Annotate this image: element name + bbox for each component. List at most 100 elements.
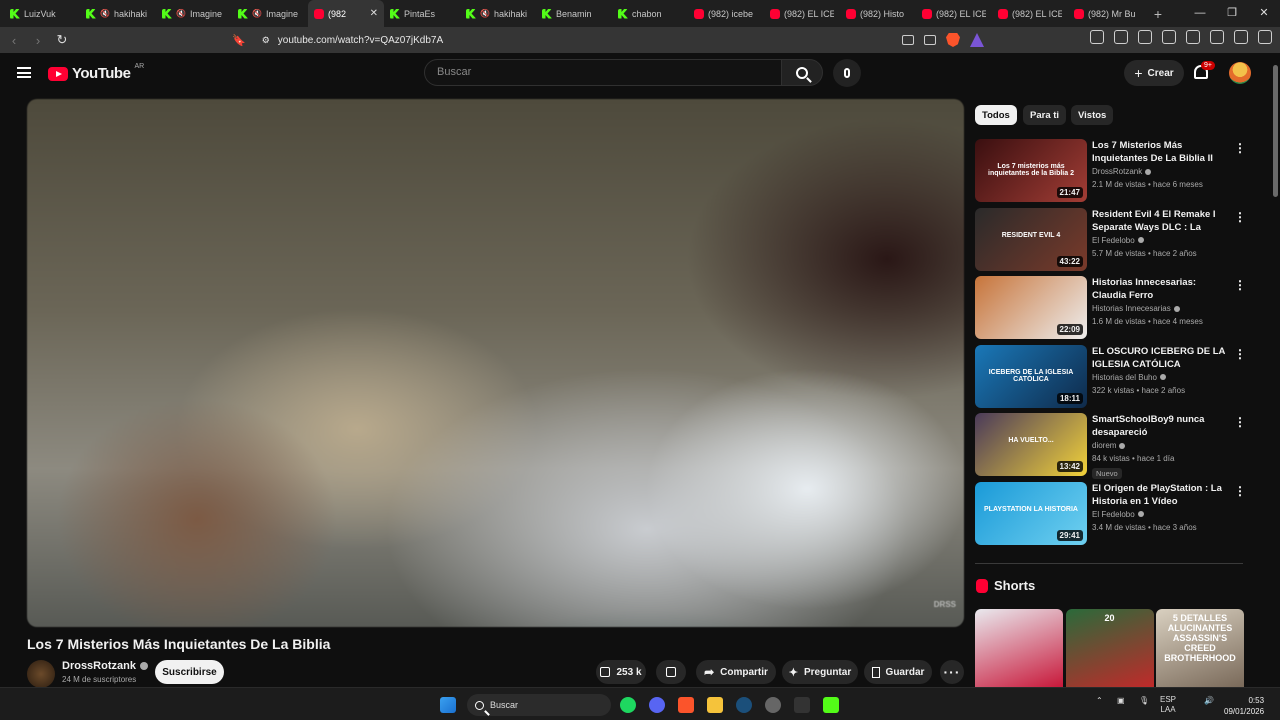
sidebar-toggle-icon[interactable] bbox=[1162, 30, 1176, 44]
recommended-video[interactable]: HA VUELTO... 13:42 SmartSchoolBoy9 nunca d… bbox=[975, 413, 1265, 479]
recommended-thumbnail[interactable]: PLAYSTATION LA HISTORIA 29:41 bbox=[975, 481, 1087, 545]
discord-icon[interactable] bbox=[649, 697, 665, 713]
short-thumbnail[interactable] bbox=[975, 609, 1063, 687]
restore-icon[interactable]: ❐ bbox=[1216, 0, 1248, 27]
spotify-icon[interactable] bbox=[620, 697, 636, 713]
recommended-title[interactable]: EL OSCURO ICEBERG DE LA IGLESIA CATÓLICA… bbox=[1092, 345, 1232, 371]
language-indicator[interactable]: ESP LAA bbox=[1160, 695, 1176, 715]
youtube-logo[interactable]: YouTube AR bbox=[48, 63, 144, 82]
recommended-title[interactable]: Historias Innecesarias: Claudia Ferro bbox=[1092, 276, 1232, 302]
close-window-icon[interactable]: ✕ bbox=[1248, 0, 1280, 27]
channel-avatar[interactable] bbox=[27, 660, 55, 688]
recommended-video[interactable]: 22:09 Historias Innecesarias: Claudia Fer… bbox=[975, 276, 1265, 340]
media-icon[interactable] bbox=[1138, 30, 1152, 44]
kebab-menu-icon[interactable]: ⋮ bbox=[1234, 141, 1246, 155]
chrome-like-icon[interactable] bbox=[765, 697, 781, 713]
tray-app-icon[interactable]: ▣ bbox=[1117, 696, 1125, 705]
recommended-channel[interactable]: Historias Innecesarias bbox=[1092, 304, 1171, 313]
brave-shields-icon[interactable] bbox=[946, 33, 960, 47]
recommended-channel[interactable]: El Fedelobo bbox=[1092, 236, 1135, 245]
browser-tab[interactable]: 🔇 hakihaki bbox=[460, 0, 536, 27]
forward-icon[interactable]: › bbox=[28, 33, 48, 48]
bookmark-icon[interactable]: 🔖 bbox=[232, 34, 246, 47]
recommended-channel[interactable]: DrossRotzank bbox=[1092, 167, 1142, 176]
leo-ai-icon[interactable] bbox=[1210, 30, 1224, 44]
browser-tab[interactable]: (982 ✕ bbox=[308, 0, 384, 27]
subscribe-button[interactable]: Suscribirse bbox=[155, 660, 224, 684]
site-info-icon[interactable]: ⚙ bbox=[262, 35, 270, 46]
hamburger-menu-icon[interactable] bbox=[17, 67, 31, 78]
share-button[interactable]: ➦ Compartir bbox=[696, 660, 776, 684]
epic-games-icon[interactable] bbox=[794, 697, 810, 713]
recommended-video[interactable]: Los 7 misterios más inquietantes de la B… bbox=[975, 139, 1265, 203]
menu-icon[interactable] bbox=[1258, 30, 1272, 44]
recommended-video[interactable]: PLAYSTATION LA HISTORIA 29:41 El Origen de… bbox=[975, 481, 1265, 546]
browser-tab[interactable]: chabon bbox=[612, 0, 688, 27]
tab-close-icon[interactable]: ✕ bbox=[370, 8, 378, 19]
tray-mic-icon[interactable]: 🎙 bbox=[1139, 696, 1149, 705]
recommended-thumbnail[interactable]: ICEBERG DE LA IGLESIA CATÓLICA 18:11 bbox=[975, 344, 1087, 408]
chip-todos[interactable]: Todos bbox=[975, 105, 1017, 125]
extensions-icon[interactable] bbox=[1090, 30, 1104, 44]
recommended-channel[interactable]: Historias del Buho bbox=[1092, 373, 1157, 382]
recommended-title[interactable]: El Origen de PlayStation : La Historia e… bbox=[1092, 482, 1232, 508]
recommended-title[interactable]: Resident Evil 4 El Remake I Separate Way… bbox=[1092, 208, 1232, 234]
like-button[interactable]: 253 k bbox=[596, 660, 646, 684]
browser-tab[interactable]: (982) Mr Bu bbox=[1068, 0, 1144, 27]
url-field[interactable]: 🔖 ⚙ youtube.com/watch?v=QAz07jKdb7A bbox=[232, 30, 994, 50]
dislike-button[interactable] bbox=[656, 660, 686, 684]
short-thumbnail[interactable]: 20 bbox=[1065, 609, 1154, 687]
save-button[interactable]: Guardar bbox=[864, 660, 932, 684]
voice-search-button[interactable] bbox=[833, 59, 861, 87]
browser-tab[interactable]: 🔇 Imagine bbox=[156, 0, 232, 27]
scrollbar-thumb[interactable] bbox=[1273, 65, 1278, 197]
search-input[interactable]: Buscar bbox=[424, 59, 782, 86]
kebab-menu-icon[interactable]: ⋮ bbox=[1234, 484, 1246, 498]
recommended-thumbnail[interactable]: 22:09 bbox=[975, 276, 1087, 339]
vpn-icon[interactable] bbox=[1234, 30, 1248, 44]
tab-muted-icon[interactable]: 🔇 bbox=[252, 9, 262, 18]
user-avatar[interactable] bbox=[1229, 62, 1251, 84]
browser-tab[interactable]: (982) EL ICE bbox=[764, 0, 840, 27]
tab-muted-icon[interactable]: 🔇 bbox=[176, 9, 186, 18]
kebab-menu-icon[interactable]: ⋮ bbox=[1234, 210, 1246, 224]
channel-name[interactable]: DrossRotzank bbox=[62, 660, 136, 672]
windows-start-icon[interactable] bbox=[440, 697, 456, 713]
browser-tab[interactable]: Benamin bbox=[536, 0, 612, 27]
more-actions-button[interactable]: ··· bbox=[940, 660, 964, 684]
file-explorer-icon[interactable] bbox=[707, 697, 723, 713]
short-thumbnail[interactable]: 5 DETALLES ALUCINANTES ASSASSIN'S CREED … bbox=[1156, 609, 1244, 687]
reload-icon[interactable]: ↻ bbox=[52, 32, 72, 48]
recommended-title[interactable]: SmartSchoolBoy9 nunca desapareció bbox=[1092, 413, 1232, 439]
cast-icon[interactable] bbox=[902, 35, 914, 45]
page-scrollbar[interactable] bbox=[1270, 53, 1280, 687]
recommended-title[interactable]: Los 7 Misterios Más Inquietantes De La B… bbox=[1092, 139, 1232, 165]
recommended-video[interactable]: ICEBERG DE LA IGLESIA CATÓLICA 18:11 EL OS… bbox=[975, 344, 1265, 409]
chip-vistos[interactable]: Vistos bbox=[1071, 105, 1114, 125]
chip-para-ti[interactable]: Para ti bbox=[1023, 105, 1067, 125]
back-icon[interactable]: ‹ bbox=[4, 33, 24, 48]
search-button[interactable] bbox=[781, 59, 823, 86]
brave-rewards-icon[interactable] bbox=[970, 33, 984, 47]
brave-browser-icon[interactable] bbox=[678, 697, 694, 713]
tab-muted-icon[interactable]: 🔇 bbox=[100, 9, 110, 18]
ask-button[interactable]: ✦ Preguntar bbox=[782, 660, 858, 684]
screenshot-icon[interactable] bbox=[1114, 30, 1128, 44]
wallet-icon[interactable] bbox=[1186, 30, 1200, 44]
browser-tab[interactable]: (982) Histo bbox=[840, 0, 916, 27]
browser-tab[interactable]: (982) EL ICE bbox=[992, 0, 1068, 27]
share-page-icon[interactable] bbox=[924, 35, 936, 45]
kebab-menu-icon[interactable]: ⋮ bbox=[1234, 278, 1246, 292]
browser-tab[interactable]: PintaEs bbox=[384, 0, 460, 27]
browser-tab[interactable]: (982) EL ICE bbox=[916, 0, 992, 27]
create-button[interactable]: + Crear bbox=[1124, 60, 1184, 86]
browser-tab[interactable]: 🔇 hakihaki bbox=[80, 0, 156, 27]
video-player[interactable]: DRSS bbox=[27, 99, 964, 627]
recommended-thumbnail[interactable]: RESIDENT EVIL 4 43:22 bbox=[975, 207, 1087, 271]
browser-tab[interactable]: LuizVuk bbox=[4, 0, 80, 27]
system-clock[interactable]: 0:53 09/01/2026 bbox=[1224, 695, 1264, 717]
channel-name-row[interactable]: DrossRotzank bbox=[62, 660, 148, 672]
recommended-video[interactable]: RESIDENT EVIL 4 43:22 Resident Evil 4 El R… bbox=[975, 207, 1265, 272]
minimize-icon[interactable]: — bbox=[1184, 0, 1216, 27]
speaker-icon[interactable]: 🔊 bbox=[1204, 696, 1214, 705]
